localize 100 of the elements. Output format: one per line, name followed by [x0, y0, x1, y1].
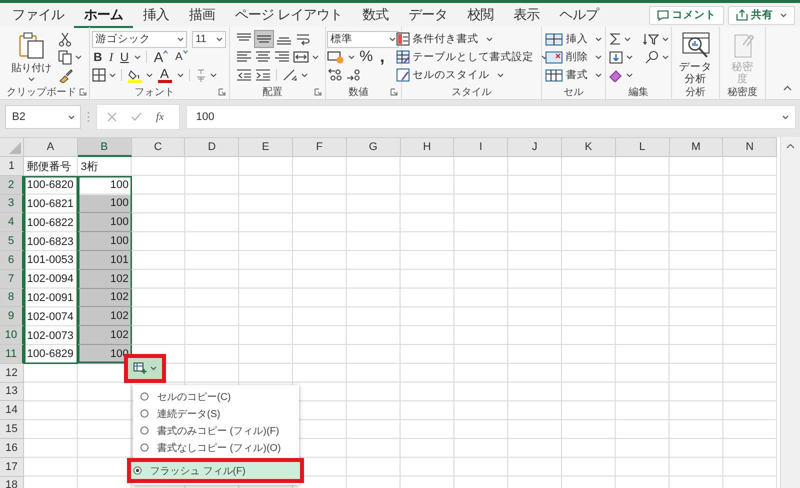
- comment-button[interactable]: コメント: [649, 6, 724, 24]
- row-header[interactable]: 16: [0, 438, 24, 458]
- row-header[interactable]: 9: [0, 307, 24, 326]
- merge-cells-icon[interactable]: [293, 50, 309, 64]
- menu-item[interactable]: 書式なしコピー (フィル)(O): [133, 439, 299, 456]
- column-header[interactable]: H: [400, 138, 454, 157]
- table-format-icon[interactable]: [396, 50, 410, 64]
- wrap-text-icon[interactable]: [295, 32, 311, 46]
- ribbon-tab[interactable]: ページ レイアウト: [225, 2, 353, 28]
- caret-icon[interactable]: [624, 36, 630, 42]
- caret-icon[interactable]: [662, 36, 668, 42]
- clipboard-icon[interactable]: [18, 31, 44, 59]
- column-header[interactable]: G: [346, 138, 401, 157]
- caret-icon[interactable]: [176, 72, 184, 78]
- column-header[interactable]: C: [132, 138, 186, 157]
- percent-button[interactable]: %: [358, 50, 375, 64]
- delete-button[interactable]: 削除: [545, 50, 602, 64]
- autosum-icon[interactable]: [608, 32, 620, 46]
- row-header[interactable]: 15: [0, 420, 24, 439]
- ribbon-tab[interactable]: 描画: [179, 2, 225, 28]
- italic-button[interactable]: I: [107, 50, 116, 64]
- increase-font-size-button[interactable]: A: [152, 50, 170, 64]
- row-header[interactable]: 17: [0, 458, 24, 477]
- cell-styles-button[interactable]: セルのスタイル: [396, 68, 504, 82]
- magnifier-chart-icon[interactable]: [680, 31, 710, 59]
- dialog-launcher-icon[interactable]: [314, 88, 322, 96]
- row-header[interactable]: 7: [0, 270, 24, 289]
- caret-icon[interactable]: [74, 54, 82, 60]
- caret-icon[interactable]: [312, 54, 319, 60]
- column-header[interactable]: N: [723, 138, 778, 157]
- formula-field[interactable]: 100: [186, 105, 796, 129]
- format-button[interactable]: 書式: [545, 68, 602, 82]
- column-header[interactable]: L: [616, 138, 670, 157]
- decrease-indent-icon[interactable]: [236, 68, 252, 82]
- ribbon-tab[interactable]: ファイル: [2, 2, 74, 28]
- ribbon-tab[interactable]: 表示: [504, 2, 550, 28]
- paintbrush-icon[interactable]: [58, 68, 72, 82]
- column-header[interactable]: A: [24, 138, 78, 157]
- bold-button[interactable]: B: [92, 50, 104, 64]
- caret-icon[interactable]: [146, 72, 152, 78]
- menu-item[interactable]: 連続データ(S): [133, 405, 299, 422]
- align-right-icon[interactable]: [274, 50, 290, 64]
- caret-icon[interactable]: [662, 54, 668, 60]
- dialog-launcher-icon[interactable]: [78, 88, 86, 96]
- decrease-decimal-icon[interactable]: [346, 68, 362, 82]
- column-header[interactable]: B: [78, 138, 132, 157]
- menu-item[interactable]: 書式のみコピー (フィル)(F): [133, 422, 299, 439]
- search-icon[interactable]: [644, 50, 658, 64]
- row-header[interactable]: 2: [0, 176, 24, 195]
- caret-icon[interactable]: [108, 72, 116, 78]
- radio-icon[interactable]: [140, 426, 149, 435]
- fill-color-icon[interactable]: [126, 68, 142, 82]
- radio-icon[interactable]: [140, 443, 149, 452]
- copy-icon[interactable]: [58, 50, 72, 64]
- checkmark-icon[interactable]: [131, 112, 142, 122]
- share-button[interactable]: 共有: [728, 6, 795, 24]
- column-header[interactable]: M: [670, 138, 724, 157]
- radio-icon[interactable]: [140, 409, 149, 418]
- row-header[interactable]: 12: [0, 364, 24, 383]
- delete-cells-icon[interactable]: [545, 50, 563, 64]
- radio-icon[interactable]: [140, 392, 149, 401]
- row-header[interactable]: 3: [0, 194, 24, 214]
- caret-icon[interactable]: [301, 72, 308, 78]
- format-cells-icon[interactable]: [545, 68, 563, 82]
- caret-icon[interactable]: [348, 54, 354, 60]
- radio-icon[interactable]: [133, 466, 142, 475]
- column-header[interactable]: K: [562, 138, 616, 157]
- vertical-scrollbar[interactable]: [780, 137, 800, 488]
- column-header[interactable]: E: [239, 138, 293, 157]
- row-header[interactable]: 11: [0, 344, 24, 364]
- column-header[interactable]: D: [185, 138, 240, 157]
- dialog-launcher-icon[interactable]: [218, 88, 226, 96]
- grip-icon[interactable]: [87, 111, 90, 123]
- caret-icon[interactable]: [210, 72, 216, 78]
- column-header[interactable]: J: [508, 138, 562, 157]
- cell-styles-icon[interactable]: [396, 68, 410, 82]
- decrease-font-size-button[interactable]: A: [173, 50, 190, 64]
- scissors-icon[interactable]: [58, 32, 72, 46]
- ribbon-tab[interactable]: ヘルプ: [550, 2, 609, 28]
- caret-icon[interactable]: [626, 72, 632, 78]
- dialog-launcher-icon[interactable]: [390, 88, 398, 96]
- row-header[interactable]: 10: [0, 326, 24, 345]
- align-left-icon[interactable]: [236, 50, 252, 64]
- caret-icon[interactable]: [626, 54, 632, 60]
- ribbon-tab[interactable]: 校閲: [458, 2, 504, 28]
- conditional-format-icon[interactable]: [396, 32, 410, 46]
- fill-down-icon[interactable]: [608, 50, 622, 64]
- name-box[interactable]: B2: [5, 105, 81, 129]
- conditional-formatting-button[interactable]: 条件付き書式: [396, 32, 492, 46]
- row-header[interactable]: 8: [0, 288, 24, 308]
- increase-indent-icon[interactable]: [255, 68, 271, 82]
- insert-cells-icon[interactable]: [545, 32, 563, 46]
- ribbon-tab[interactable]: 挿入: [133, 2, 179, 28]
- insert-button[interactable]: 挿入: [545, 32, 602, 46]
- insert-function-button[interactable]: fx: [156, 111, 164, 123]
- row-header[interactable]: 14: [0, 401, 24, 420]
- data-analysis-button[interactable]: データ分析: [678, 31, 714, 85]
- font-color-button[interactable]: A: [156, 68, 174, 82]
- menu-item[interactable]: フラッシュ フィル(F): [131, 462, 300, 479]
- caret-icon[interactable]: [134, 54, 141, 60]
